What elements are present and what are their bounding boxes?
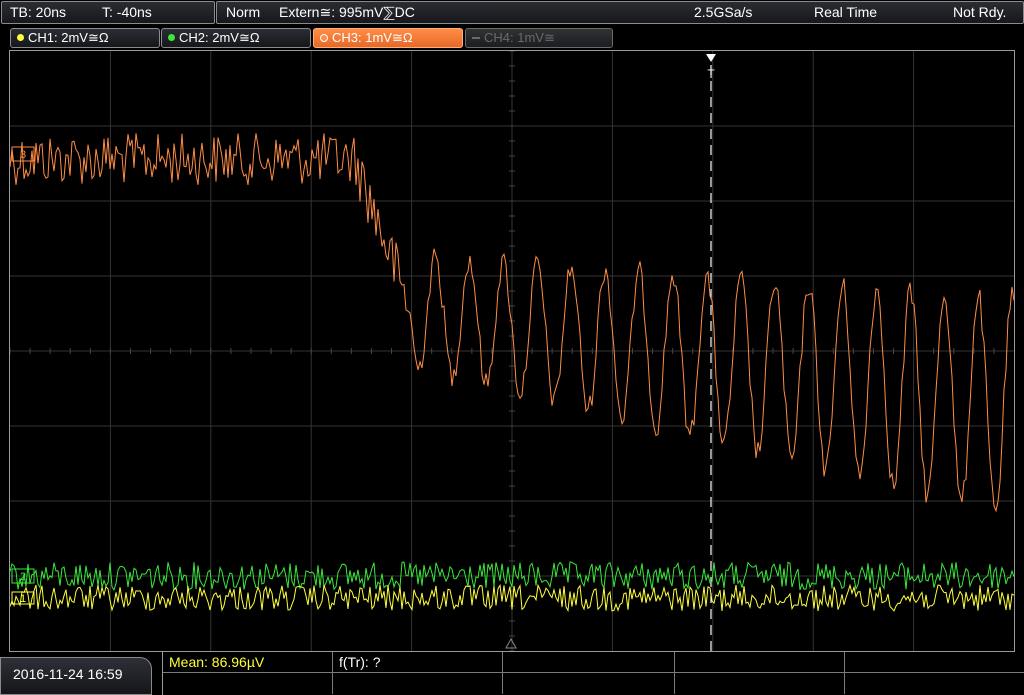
measurement-slot-4[interactable] (675, 652, 845, 673)
trigger-marker-icon[interactable] (706, 54, 716, 62)
channel-3-button[interactable]: CH3: 1mV≅Ω (313, 28, 463, 48)
trigger-marker-label: T (707, 67, 715, 81)
trigger-mode-label[interactable]: Norm (226, 2, 260, 23)
trigger-time-label[interactable]: T: -40ns (102, 2, 152, 23)
channel-1-dot-icon (17, 34, 24, 42)
footer-bar: 2016-11-24 16:59 Mean: 86.96µV f(Tr): ? (0, 652, 1024, 695)
timebase-box[interactable]: TB: 20ns T: -40ns (1, 1, 215, 24)
measurement-slot-3[interactable] (503, 652, 675, 673)
measurement-slot-9[interactable] (675, 673, 845, 694)
measurement-slot-10[interactable] (845, 673, 1024, 694)
status-bar: TB: 20ns T: -40ns Norm Extern≅: 995mV⅀DC… (0, 0, 1024, 24)
channel-2-button[interactable]: CH2: 2mV≅Ω (161, 28, 311, 48)
measurement-slot-8[interactable] (503, 673, 675, 694)
graticule (10, 51, 1014, 651)
channel-4-dash-icon (472, 36, 480, 39)
trigger-bottom-marker-icon (505, 637, 517, 649)
channel-3-marker-label: 3 (20, 149, 26, 161)
trigger-status-box[interactable]: Norm Extern≅: 995mV⅀DC 2.5GSa/s Real Tim… (216, 1, 1024, 24)
waveform-svg[interactable]: T 3 2 1 (10, 51, 1014, 651)
measurement-panel[interactable]: Mean: 86.96µV f(Tr): ? (162, 652, 1024, 695)
sample-rate-label[interactable]: 2.5GSa/s (694, 2, 752, 23)
channel-1-marker-label: 1 (20, 593, 26, 605)
channel-2-dot-icon (168, 34, 175, 42)
measurement-slot-5[interactable] (845, 652, 1024, 673)
channel-1-button[interactable]: CH1: 2mV≅Ω (10, 28, 160, 48)
datetime-label: 2016-11-24 16:59 (13, 666, 123, 682)
channel-4-button[interactable]: CH4: 1mV≅ (465, 28, 613, 48)
waveform-display[interactable]: T 3 2 1 (9, 50, 1015, 652)
measurement-mean[interactable]: Mean: 86.96µV (163, 652, 333, 673)
measurement-rise-time[interactable]: f(Tr): ? (333, 652, 503, 673)
timebase-label[interactable]: TB: 20ns (10, 2, 66, 23)
trigger-source-label[interactable]: Extern≅: 995mV⅀DC (279, 2, 415, 23)
channel-bar: CH1: 2mV≅Ω CH2: 2mV≅Ω CH3: 1mV≅Ω CH4: 1m… (0, 26, 1024, 48)
acquisition-state-label: Not Rdy. (953, 4, 1007, 20)
measurement-slot-6[interactable] (163, 673, 333, 694)
datetime-box[interactable]: 2016-11-24 16:59 (0, 657, 152, 695)
channel-3-dot-icon (320, 33, 328, 42)
channel-2-label: CH2: 2mV≅Ω (179, 30, 260, 45)
acquisition-mode-label[interactable]: Real Time (814, 2, 877, 23)
channel-2-marker-label: 2 (20, 571, 26, 583)
channel-4-label: CH4: 1mV≅ (484, 30, 555, 45)
channel-1-label: CH1: 2mV≅Ω (28, 30, 109, 45)
measurement-slot-7[interactable] (333, 673, 503, 694)
channel-3-label: CH3: 1mV≅Ω (332, 30, 413, 45)
